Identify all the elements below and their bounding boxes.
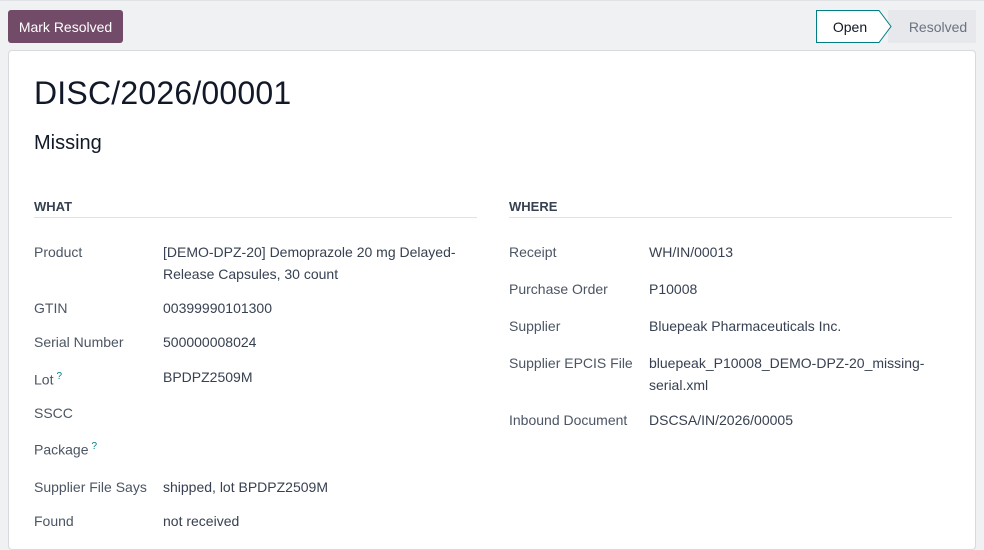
supplier-says-label: Supplier File Says <box>34 479 147 495</box>
receipt-link[interactable]: WH/IN/00013 <box>649 241 949 263</box>
sscc-label: SSCC <box>34 405 73 421</box>
lot-label: Lot <box>34 371 54 388</box>
gtin-label: GTIN <box>34 300 68 316</box>
status-resolved[interactable]: Resolved <box>888 10 976 43</box>
package-label-wrap: Package? <box>34 436 97 461</box>
control-panel: Mark Resolved Resolved Open <box>0 0 984 50</box>
found-value: not received <box>163 513 240 529</box>
supplier-link[interactable]: Bluepeak Pharmaceuticals Inc. <box>649 315 949 337</box>
status-open-label: Open <box>832 18 868 35</box>
lot-help-icon[interactable]: ? <box>56 371 62 382</box>
record-subtitle: Missing <box>34 132 102 154</box>
product-label: Product <box>34 244 83 260</box>
serial-value: 500000008024 <box>163 334 257 350</box>
inbound-label: Inbound Document <box>509 412 628 428</box>
receipt-label: Receipt <box>509 244 557 260</box>
status-bar: Resolved Open <box>816 10 976 43</box>
lot-label-wrap: Lot? <box>34 366 62 391</box>
po-link[interactable]: P10008 <box>649 278 949 300</box>
what-group: WHAT Product [DEMO-DPZ-20] Demoprazole 2… <box>34 199 477 529</box>
epcis-row: Supplier EPCIS File bluepeak_P10008_DEMO… <box>509 352 952 396</box>
epcis-link[interactable]: bluepeak_P10008_DEMO-DPZ-20_missing-seri… <box>649 352 934 396</box>
where-group: WHERE Receipt WH/IN/00013 Purchase Order… <box>509 199 952 428</box>
epcis-label: Supplier EPCIS File <box>509 355 633 371</box>
record-title: DISC/2026/00001 <box>34 75 292 111</box>
product-link[interactable]: [DEMO-DPZ-20] Demoprazole 20 mg Delayed-… <box>163 241 473 285</box>
supplier-label: Supplier <box>509 318 561 334</box>
package-help-icon[interactable]: ? <box>91 441 97 452</box>
product-row: Product [DEMO-DPZ-20] Demoprazole 20 mg … <box>34 241 477 285</box>
form-sheet: DISC/2026/00001 Missing WHAT Product [DE… <box>8 50 976 550</box>
inbound-link[interactable]: DSCSA/IN/2026/00005 <box>649 409 949 431</box>
status-open[interactable]: Open <box>816 10 894 43</box>
where-heading: WHERE <box>509 199 952 218</box>
lot-link[interactable]: BPDPZ2509M <box>163 366 473 388</box>
found-label: Found <box>34 513 74 529</box>
mark-resolved-button[interactable]: Mark Resolved <box>8 10 123 43</box>
supplier-says-value: shipped, lot BPDPZ2509M <box>163 479 328 495</box>
po-label: Purchase Order <box>509 281 608 297</box>
package-label: Package <box>34 441 89 458</box>
serial-label: Serial Number <box>34 334 124 350</box>
gtin-value: 00399990101300 <box>163 300 273 316</box>
what-heading: WHAT <box>34 199 477 218</box>
